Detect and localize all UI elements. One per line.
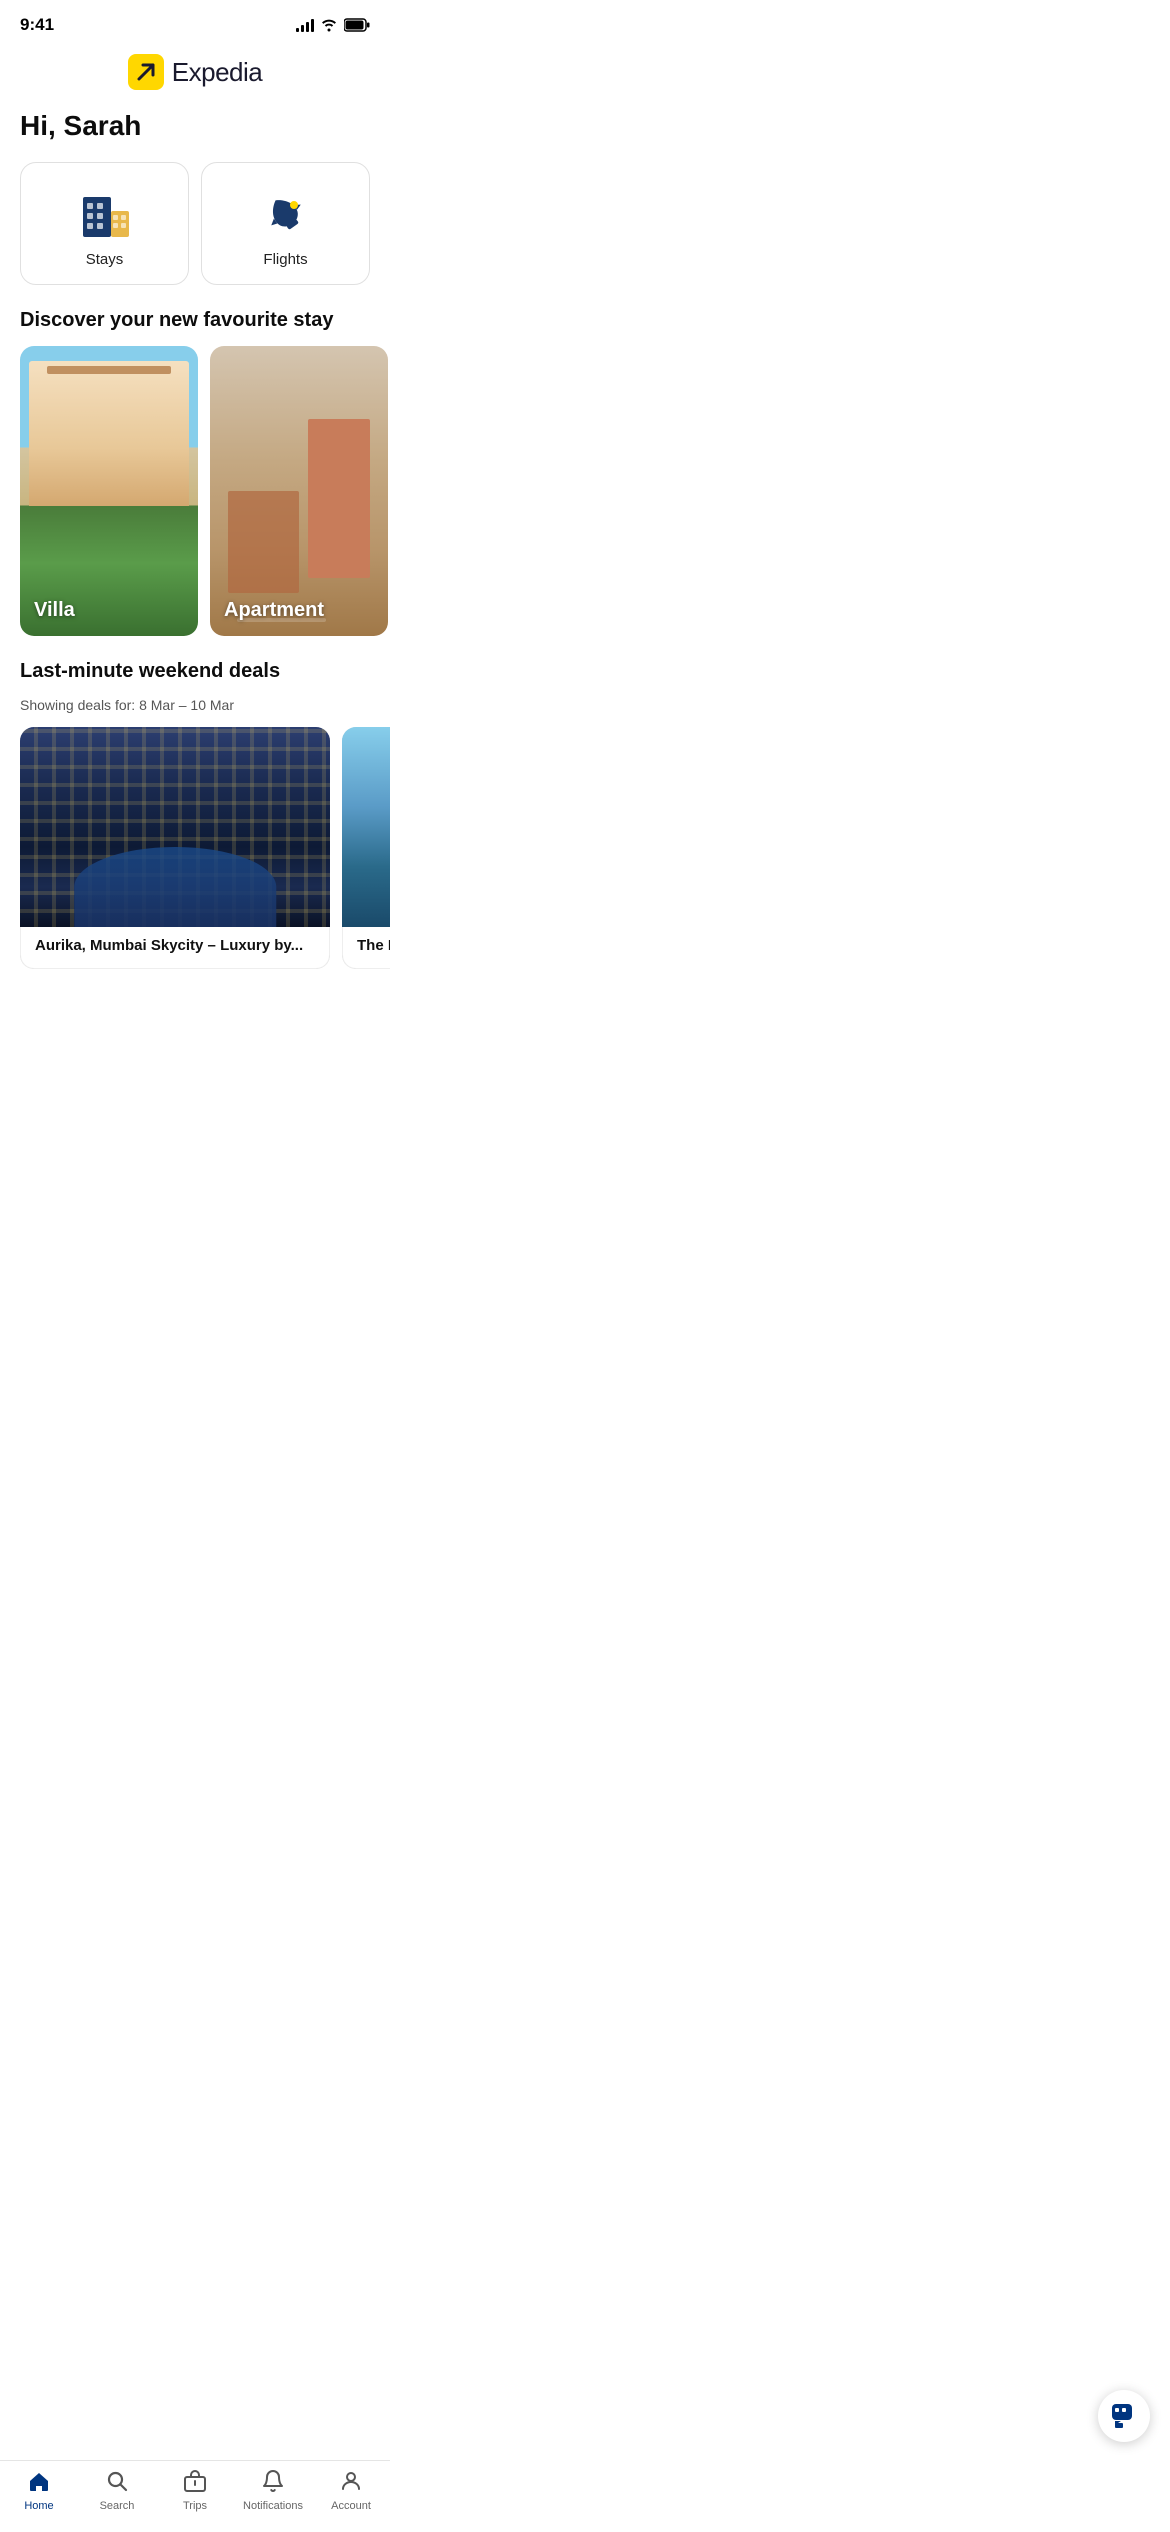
discover-title: Discover your new favourite stay	[20, 309, 370, 332]
status-time: 9:41	[20, 15, 54, 35]
trips-label: Trips	[183, 2500, 207, 2512]
stay-cards-scroll[interactable]: Villa Apartment House	[0, 346, 390, 636]
deal-1-name: Aurika, Mumbai Skycity – Luxury by...	[35, 937, 315, 954]
deals-scroll[interactable]: Aurika, Mumbai Skycity – Luxury by... Th…	[0, 727, 390, 969]
notifications-label: Notifications	[243, 2500, 303, 2512]
account-label: Account	[331, 2500, 371, 2512]
category-section: Stays Flights	[0, 162, 390, 309]
stays-label: Stays	[86, 251, 124, 268]
deal-2-name: The Im...	[357, 937, 390, 954]
expedia-logo-icon	[128, 54, 164, 90]
notifications-icon	[261, 2469, 285, 2497]
stays-icon	[77, 187, 133, 243]
deals-subtitle: Showing deals for: 8 Mar – 10 Mar	[20, 697, 370, 713]
apartment-label: Apartment	[224, 599, 324, 622]
deals-title: Last-minute weekend deals	[20, 660, 370, 683]
nav-notifications[interactable]: Notifications	[243, 2469, 303, 2512]
trips-icon	[183, 2469, 207, 2497]
greeting-section: Hi, Sarah	[0, 106, 390, 162]
category-cards: Stays Flights	[20, 162, 370, 285]
deal-card-1[interactable]: Aurika, Mumbai Skycity – Luxury by...	[20, 727, 330, 969]
search-icon	[105, 2469, 129, 2497]
flights-label: Flights	[263, 251, 307, 268]
flights-icon	[258, 187, 314, 243]
villa-card[interactable]: Villa	[20, 346, 198, 636]
app-header: Expedia	[0, 44, 390, 106]
status-icons	[296, 18, 370, 32]
nav-trips[interactable]: Trips	[165, 2469, 225, 2512]
greeting-text: Hi, Sarah	[20, 110, 370, 142]
status-bar: 9:41	[0, 0, 390, 44]
chat-icon	[1111, 2403, 1137, 2429]
discover-section: Discover your new favourite stay Villa A…	[0, 309, 390, 652]
bottom-nav: Home Search Trips Notifications	[0, 2460, 390, 2532]
search-label: Search	[100, 2500, 135, 2512]
wifi-icon	[320, 18, 338, 32]
stays-card[interactable]: Stays	[20, 162, 189, 285]
nav-search[interactable]: Search	[87, 2469, 147, 2512]
apartment-card[interactable]: Apartment	[210, 346, 388, 636]
home-label: Home	[24, 2500, 53, 2512]
nav-home[interactable]: Home	[9, 2469, 69, 2512]
account-icon	[339, 2469, 363, 2497]
app-name: Expedia	[172, 57, 262, 88]
deal-card-2[interactable]: The Im...	[342, 727, 390, 969]
flights-card[interactable]: Flights	[201, 162, 370, 285]
home-icon	[27, 2469, 51, 2497]
villa-label: Villa	[34, 599, 75, 622]
signal-icon	[296, 18, 314, 32]
battery-icon	[344, 18, 370, 32]
deals-section: Last-minute weekend deals Showing deals …	[0, 652, 390, 969]
chat-button[interactable]	[1098, 2390, 1150, 2442]
nav-account[interactable]: Account	[321, 2469, 381, 2512]
